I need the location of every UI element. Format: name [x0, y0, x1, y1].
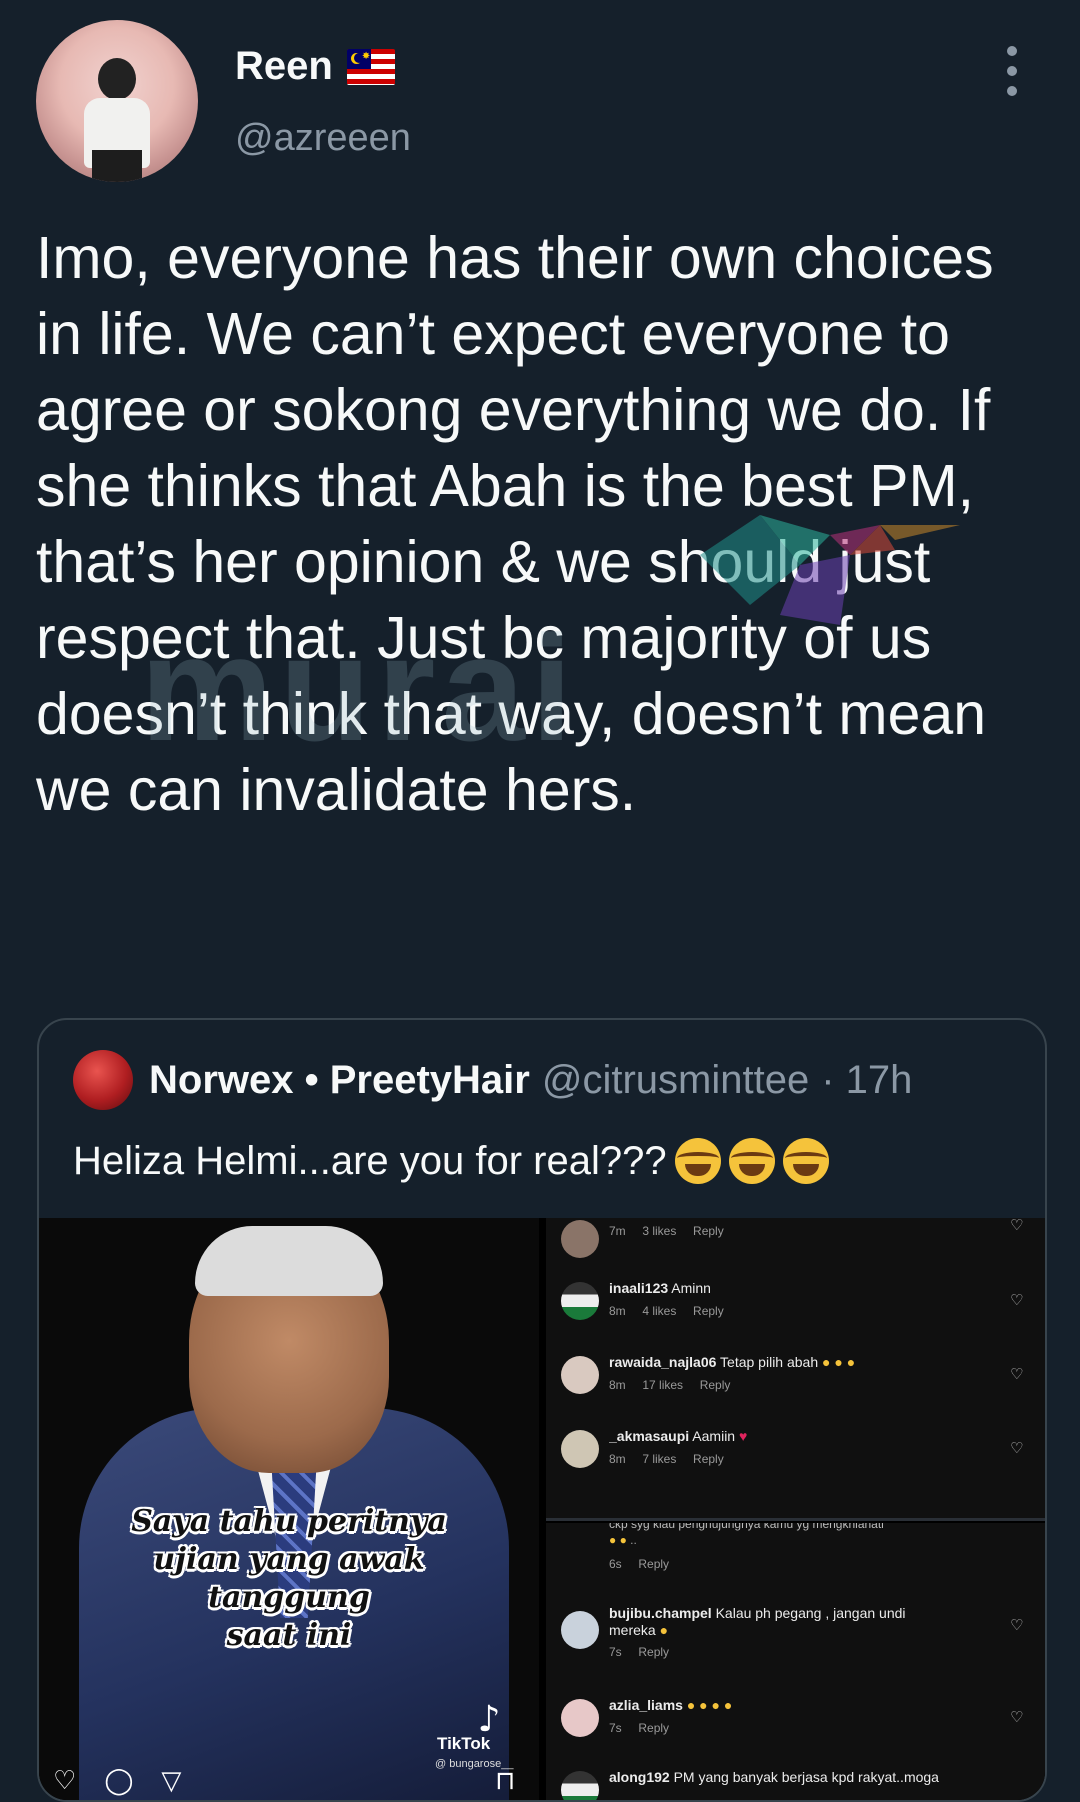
comment-item: _akmasaupi Aamiin ♥ 8m 7 likes Reply ♡ — [546, 1424, 1045, 1494]
quoted-tweet-header: Norwex • PreetyHair @citrusminttee · 17h — [73, 1050, 912, 1110]
like-heart-icon: ♡ — [1010, 1616, 1024, 1634]
caption-line: saat ini — [226, 1618, 352, 1653]
comment-text: along192 PM yang banyak berjasa kpd raky… — [609, 1769, 939, 1785]
user-handle[interactable]: @azreeen — [235, 117, 411, 160]
quoted-avatar[interactable] — [73, 1050, 133, 1110]
comment-item: bujibu.champel Kalau ph pegang , jangan … — [546, 1601, 1045, 1681]
comment-avatar — [561, 1699, 599, 1737]
laughing-crying-emoji-icon — [782, 1138, 829, 1184]
caption-line: tanggung — [208, 1580, 370, 1615]
like-heart-icon: ♡ — [1010, 1291, 1024, 1309]
share-icon: ▽ — [161, 1766, 182, 1796]
quoted-tweet[interactable]: Norwex • PreetyHair @citrusminttee · 17h… — [37, 1018, 1047, 1802]
caption-line: Saya tahu peritnya — [131, 1504, 447, 1539]
comment-meta: 7s Reply — [609, 1645, 670, 1659]
hair-graphic — [195, 1226, 383, 1296]
like-heart-icon: ♡ — [1010, 1708, 1024, 1726]
quoted-text: Heliza Helmi...are you for real??? — [73, 1138, 829, 1184]
comment-text: rawaida_najla06 Tetap pilih abah ● ● ● — [609, 1354, 856, 1370]
more-options-icon[interactable] — [1004, 46, 1020, 96]
avatar-figure-head — [98, 58, 136, 100]
comment-meta: 8m 7 likes Reply — [609, 1452, 724, 1466]
laughing-crying-emoji-icon — [674, 1138, 721, 1184]
comment-meta: 6s Reply — [609, 1557, 670, 1571]
comment-item: azlia_liams ● ● ● ● 7s Reply ♡ — [546, 1693, 1045, 1763]
quoted-time: · 17h — [821, 1057, 913, 1102]
tiktok-label: TikTok — [437, 1734, 491, 1753]
tiktok-action-icons: ♡ ◯ ▽ — [53, 1766, 181, 1796]
like-heart-icon: ♡ — [1010, 1439, 1024, 1457]
tweet-header: Reen ✸ @azreeen — [36, 20, 1044, 185]
watermark-bird-icon — [700, 515, 960, 625]
comment-meta: 8m 17 likes Reply — [609, 1378, 731, 1392]
malaysia-flag-icon: ✸ — [346, 48, 395, 85]
comment-item: 7m 3 likes Reply ♡ — [546, 1218, 1045, 1284]
image-caption: Saya tahu peritnya ujian yang awak tangg… — [119, 1503, 459, 1655]
bookmark-icon: ⊓ — [495, 1766, 516, 1796]
comment-avatar — [561, 1611, 599, 1649]
comment-item: rawaida_najla06 Tetap pilih abah ● ● ● 8… — [546, 1350, 1045, 1420]
tiktok-screenshot: Saya tahu peritnya ujian yang awak tangg… — [39, 1218, 539, 1800]
comments-panel-1: 7m 3 likes Reply ♡ inaali123 Aminn 8m 4 … — [546, 1218, 1045, 1521]
comment-avatar — [561, 1356, 599, 1394]
display-name[interactable]: Reen — [235, 44, 333, 89]
comment-item: along192 PM yang banyak berjasa kpd raky… — [546, 1765, 1045, 1800]
comment-emoji: ● ● .. — [609, 1533, 637, 1547]
watermark-text: murai — [140, 604, 579, 772]
comment-meta: 7s Reply — [609, 1721, 670, 1735]
quoted-media[interactable]: Saya tahu peritnya ujian yang awak tangg… — [39, 1218, 1045, 1800]
comment-text: inaali123 Aminn — [609, 1280, 711, 1296]
comment-text: ckp syg kiau pengnujungnya kamu yg mengk… — [609, 1523, 884, 1531]
heart-icon: ♡ — [53, 1766, 77, 1796]
comments-panel-2: ckp syg kiau pengnujungnya kamu yg mengk… — [546, 1523, 1045, 1800]
comment-avatar — [561, 1771, 599, 1800]
comment-text: azlia_liams ● ● ● ● — [609, 1697, 733, 1713]
comment-icon: ◯ — [104, 1766, 134, 1796]
comment-meta: 7m 3 likes Reply — [609, 1224, 724, 1238]
comment-text: _akmasaupi Aamiin ♥ — [609, 1428, 748, 1444]
like-heart-icon: ♡ — [1010, 1365, 1024, 1383]
comment-avatar — [561, 1220, 599, 1258]
comment-meta: 8m 4 likes Reply — [609, 1304, 724, 1318]
like-heart-icon: ♡ — [1010, 1218, 1024, 1234]
comment-avatar — [561, 1282, 599, 1320]
quoted-handle[interactable]: @citrusminttee — [542, 1058, 809, 1103]
comment-item: ckp syg kiau pengnujungnya kamu yg mengk… — [546, 1523, 1045, 1583]
comment-avatar — [561, 1430, 599, 1468]
comment-item: inaali123 Aminn 8m 4 likes Reply ♡ — [546, 1276, 1045, 1346]
quoted-display-name[interactable]: Norwex • PreetyHair — [149, 1058, 530, 1103]
avatar-figure-legs — [92, 150, 142, 182]
caption-line: ujian yang awak — [153, 1542, 425, 1577]
quoted-text-content: Heliza Helmi...are you for real??? — [73, 1138, 667, 1183]
laughing-crying-emoji-icon — [728, 1138, 775, 1184]
name-row: Reen ✸ — [235, 44, 395, 89]
comment-text: bujibu.champel Kalau ph pegang , jangan … — [609, 1605, 906, 1638]
avatar[interactable] — [36, 20, 198, 182]
